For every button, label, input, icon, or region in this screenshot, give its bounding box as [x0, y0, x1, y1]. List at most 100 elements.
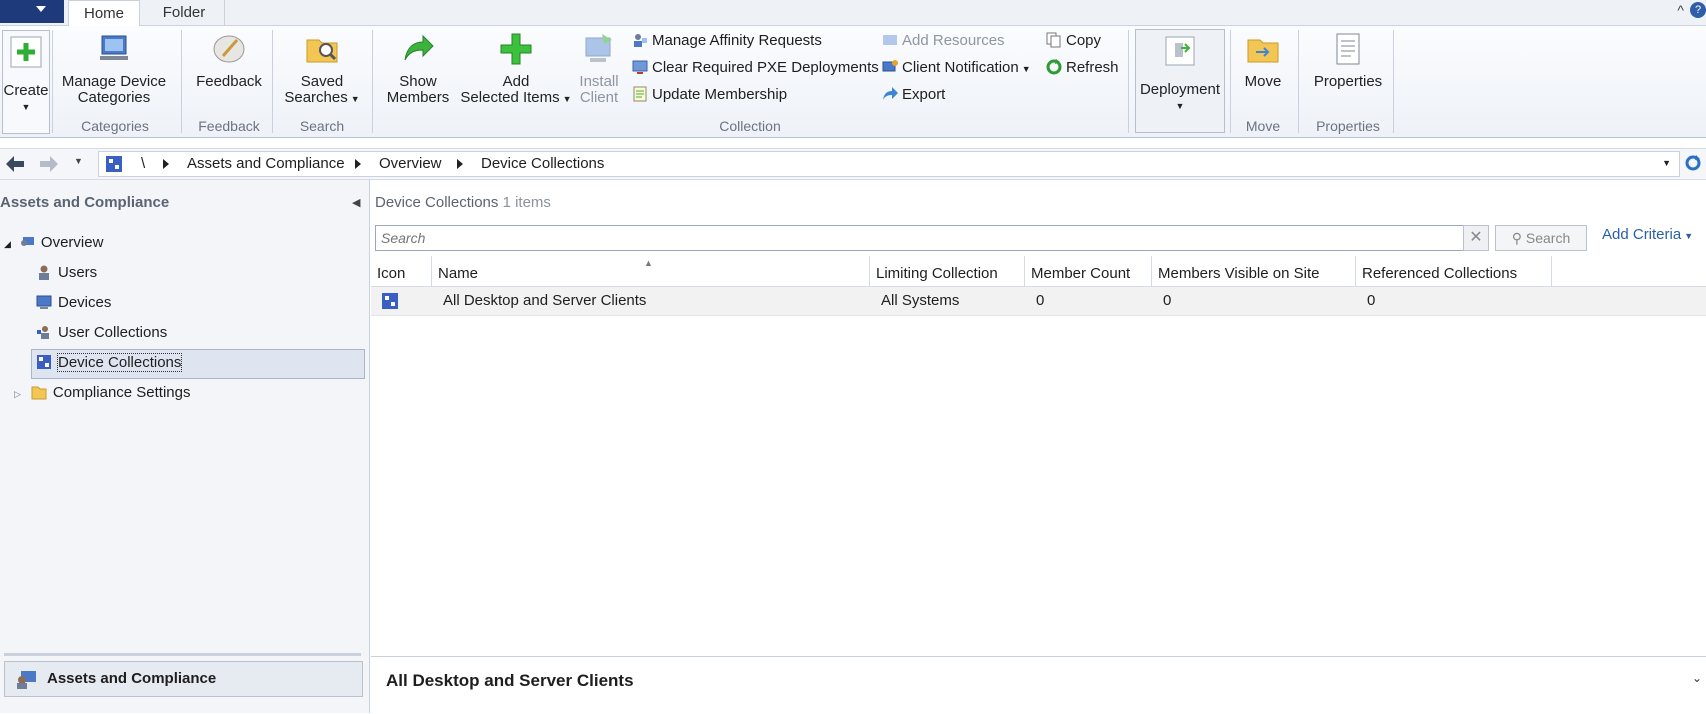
add-selected-items-label-2: Selected Items [460, 89, 560, 106]
add-resources-icon [883, 35, 897, 45]
install-client-label-1: Install [579, 73, 619, 90]
refresh-label: Refresh [1066, 59, 1119, 76]
device-categories-icon [100, 35, 128, 60]
tree-item-user-collections[interactable]: User Collections [36, 320, 167, 346]
column-header-icon[interactable]: Icon [371, 256, 432, 286]
group-label-feedback: Feedback [198, 118, 260, 134]
move-button[interactable]: Move [1238, 32, 1288, 90]
device-collections-icon [37, 355, 51, 369]
help-icon[interactable]: ? [1690, 2, 1706, 18]
overview-icon [20, 237, 34, 246]
column-header-referenced-collections[interactable]: Referenced Collections [1356, 256, 1552, 286]
properties-button[interactable]: Properties [1304, 32, 1392, 90]
device-collection-icon [382, 293, 398, 309]
saved-searches-button[interactable]: Saved Searches ▼ [280, 32, 364, 107]
assets-compliance-icon [17, 671, 36, 689]
cell-members-visible: 0 [1163, 292, 1172, 309]
copy-icon [1046, 32, 1061, 48]
deployment-button[interactable]: Deployment ▼ [1135, 29, 1225, 133]
group-label-move: Move [1245, 118, 1281, 134]
tree-item-device-collections[interactable]: Device Collections [36, 350, 183, 376]
manage-device-categories-label-2: Categories [77, 89, 151, 106]
refresh-icon[interactable] [1684, 154, 1702, 172]
affinity-icon [634, 34, 647, 47]
feedback-icon [213, 35, 245, 63]
list-count: 1 items [502, 194, 551, 211]
add-selected-items-button[interactable]: Add Selected Items ▼ [458, 32, 574, 107]
cell-limiting-collection: All Systems [881, 292, 960, 309]
minimize-ribbon-icon[interactable]: ^ [1677, 2, 1684, 18]
export-button[interactable]: Export [882, 84, 945, 106]
manage-affinity-requests-button[interactable]: Manage Affinity Requests [632, 30, 822, 52]
create-button[interactable]: Create ▼ [2, 30, 50, 134]
show-members-label-2: Members [386, 89, 450, 106]
tree-item-users[interactable]: Users [36, 260, 97, 286]
tree-item-compliance-settings[interactable]: ▷ Compliance Settings [14, 380, 191, 406]
breadcrumb-device-collections[interactable]: Device Collections [481, 155, 604, 172]
install-client-button[interactable]: Install Client [574, 32, 624, 106]
app-menu-button[interactable] [0, 0, 64, 23]
search-button[interactable]: ⚲ Search [1495, 225, 1587, 251]
cell-referenced-collections: 0 [1367, 292, 1376, 309]
copy-button[interactable]: Copy [1046, 30, 1101, 52]
breadcrumb: \ Assets and Compliance Overview Device … [98, 151, 1680, 177]
list-title: Device Collections 1 items [375, 194, 551, 211]
group-label-search: Search [299, 118, 345, 134]
search-input[interactable] [375, 225, 1464, 251]
feedback-label: Feedback [196, 73, 262, 90]
group-label-collection: Collection [719, 118, 781, 134]
update-membership-button[interactable]: Update Membership [632, 84, 787, 106]
user-collections-icon [37, 326, 49, 339]
search-icon: ⚲ [1511, 230, 1526, 246]
back-arrow-icon[interactable] [4, 154, 26, 174]
tab-folder[interactable]: Folder [144, 0, 225, 25]
workspace-assets-and-compliance[interactable]: Assets and Compliance [4, 661, 363, 697]
clear-search-button[interactable]: ✕ [1463, 225, 1489, 251]
tree-label-overview: Overview [40, 234, 104, 251]
tree-expanded-icon[interactable]: ◢ [4, 239, 11, 249]
tree-item-overview[interactable]: ◢ Overview [4, 230, 103, 256]
clear-pxe-deployments-button[interactable]: Clear Required PXE Deployments [632, 57, 879, 79]
tree-label-users: Users [58, 264, 98, 281]
show-members-button[interactable]: Show Members [380, 32, 456, 106]
copy-label: Copy [1066, 32, 1102, 49]
chevron-down-icon: ▼ [21, 102, 31, 112]
add-resources-button[interactable]: Add Resources [882, 30, 1005, 52]
breadcrumb-assets[interactable]: Assets and Compliance [187, 155, 345, 172]
group-label-properties: Properties [1316, 118, 1380, 134]
chevron-down-icon: ▼ [1175, 101, 1185, 111]
properties-label: Properties [1313, 73, 1383, 90]
refresh-button[interactable]: Refresh [1046, 57, 1119, 79]
manage-device-categories-button[interactable]: Manage Device Categories [58, 32, 170, 106]
history-dropdown-icon[interactable]: ▼ [74, 156, 83, 166]
column-header-member-count[interactable]: Member Count [1025, 256, 1152, 286]
clear-pxe-label: Clear Required PXE Deployments [652, 59, 879, 76]
forward-arrow-icon[interactable] [38, 154, 60, 174]
breadcrumb-root[interactable]: \ [141, 155, 145, 172]
client-notification-button[interactable]: Client Notification ▼ [882, 57, 1031, 79]
feedback-button[interactable]: Feedback [190, 32, 268, 90]
detail-title: All Desktop and Server Clients [386, 671, 634, 690]
address-bar: ▼ \ Assets and Compliance Overview Devic… [0, 148, 1706, 180]
breadcrumb-dropdown-icon[interactable]: ▼ [1662, 158, 1671, 168]
ribbon-tab-strip: Home Folder ^ ? [0, 0, 1706, 27]
devices-icon [36, 295, 52, 309]
manage-device-categories-label-1: Manage Device [61, 73, 167, 90]
ribbon: Create ▼ Manage Device Categories Catego… [0, 26, 1706, 138]
chevron-down-icon[interactable]: ⌄ [1692, 671, 1702, 685]
add-criteria-button[interactable]: Add Criteria ▼ [1602, 226, 1693, 243]
table-row[interactable]: All Desktop and Server Clients All Syste… [371, 287, 1706, 316]
show-members-label-1: Show [399, 73, 437, 90]
collapse-pane-icon[interactable]: ◀ [352, 196, 360, 209]
tree-label-devices: Devices [58, 294, 112, 311]
saved-searches-label-2: Searches [284, 89, 348, 106]
tab-home[interactable]: Home [68, 0, 140, 27]
column-header-limiting-collection[interactable]: Limiting Collection [870, 256, 1025, 286]
pane-splitter[interactable] [4, 653, 361, 656]
saved-searches-label-1: Saved [300, 73, 344, 90]
tree-collapsed-icon[interactable]: ▷ [14, 389, 21, 399]
tree-item-devices[interactable]: Devices [36, 290, 111, 316]
column-header-members-visible[interactable]: Members Visible on Site [1152, 256, 1356, 286]
breadcrumb-overview[interactable]: Overview [379, 155, 442, 172]
deployment-label: Deployment [1139, 81, 1221, 98]
